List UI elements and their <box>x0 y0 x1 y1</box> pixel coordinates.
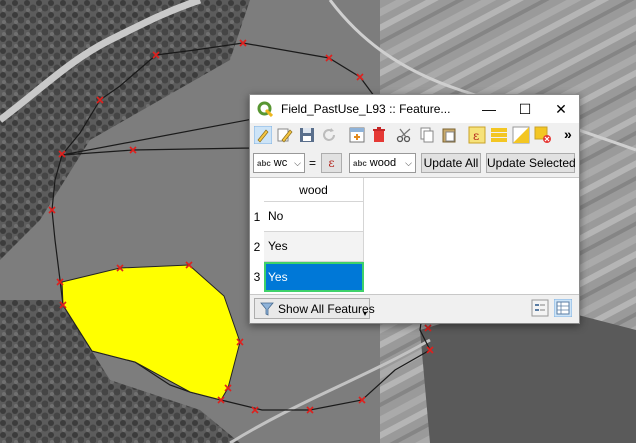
paste-icon[interactable] <box>440 126 458 144</box>
row-header[interactable]: 3 <box>250 262 264 292</box>
svg-text:ε: ε <box>473 129 479 143</box>
reload-icon[interactable] <box>320 126 338 144</box>
copy-icon[interactable] <box>418 126 436 144</box>
select-all-icon[interactable] <box>490 126 508 144</box>
attribute-toolbar: ε » <box>250 123 579 149</box>
deselect-all-icon[interactable] <box>534 126 552 144</box>
table-cell[interactable]: No <box>264 202 364 232</box>
delete-feature-icon[interactable] <box>370 126 388 144</box>
maximize-button[interactable]: ☐ <box>507 95 543 123</box>
update-selected-button[interactable]: Update Selected <box>486 153 576 173</box>
column-header-wood[interactable]: wood <box>264 178 364 202</box>
dropdown-arrow-icon: ▾ <box>362 309 367 318</box>
chevron-down-icon: ⌵ <box>294 158 301 168</box>
filter-funnel-icon <box>260 302 274 316</box>
form-view-icon[interactable] <box>531 299 549 317</box>
value-combo-text: wood <box>369 157 397 169</box>
toggle-editing-icon[interactable] <box>254 126 272 144</box>
invert-selection-icon[interactable] <box>512 126 530 144</box>
cut-icon[interactable] <box>396 126 414 144</box>
save-edits-icon[interactable] <box>298 126 316 144</box>
field-select[interactable]: abc wc ⌵ <box>253 153 305 173</box>
row-header[interactable]: 2 <box>250 232 264 262</box>
field-select-value: wc <box>273 157 288 169</box>
status-bar: Show All Features ▾ <box>250 294 579 323</box>
window-title: Field_PastUse_L93 :: Feature... <box>281 102 451 116</box>
title-bar[interactable]: Field_PastUse_L93 :: Feature... — ☐ ✕ <box>250 95 579 123</box>
chevron-down-icon: ⌵ <box>405 158 412 168</box>
add-feature-icon[interactable] <box>348 126 366 144</box>
select-by-expression-icon[interactable]: ε <box>468 126 486 144</box>
toolbar-overflow-button[interactable]: » <box>564 126 572 142</box>
table-corner[interactable] <box>250 178 264 202</box>
show-all-features-button[interactable]: Show All Features ▾ <box>254 298 375 319</box>
minimize-button[interactable]: — <box>471 95 507 123</box>
text-field-icon: abc <box>257 159 271 168</box>
value-combo[interactable]: abc wood ⌵ <box>349 153 416 173</box>
expression-builder-button[interactable]: ε <box>321 153 342 173</box>
text-value-icon: abc <box>353 159 367 168</box>
field-calculator-bar: abc wc ⌵ = ε abc wood ⌵ Update All Update … <box>250 150 579 176</box>
multi-edit-icon[interactable] <box>276 126 294 144</box>
row-header[interactable]: 1 <box>250 202 264 232</box>
equals-sign: = <box>309 156 317 170</box>
qgis-logo-icon <box>257 101 273 117</box>
table-cell-selected[interactable]: Yes <box>264 262 364 292</box>
table-cell[interactable]: Yes <box>264 232 364 262</box>
attribute-table[interactable]: wood 1 No 2 Yes 3 Yes <box>250 177 579 295</box>
update-all-button[interactable]: Update All <box>421 153 481 173</box>
close-button[interactable]: ✕ <box>543 95 579 123</box>
show-all-features-label: Show All Features <box>278 302 375 316</box>
table-view-icon[interactable] <box>554 299 572 317</box>
attribute-table-window[interactable]: Field_PastUse_L93 :: Feature... — ☐ ✕ ε … <box>249 94 580 324</box>
